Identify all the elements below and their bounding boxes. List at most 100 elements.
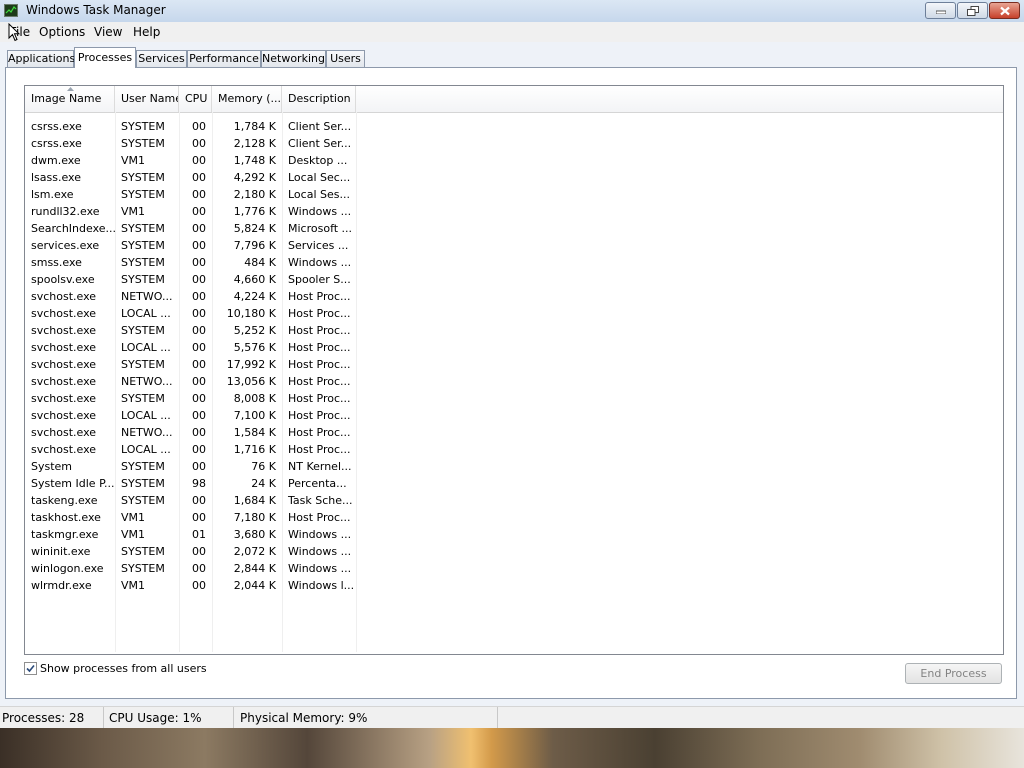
column-header-memory[interactable]: Memory (... — [212, 86, 282, 112]
process-row[interactable]: svchost.exe SYSTEM 00 17,992 K Host Proc... — [25, 356, 365, 373]
menu-bar: File Options View Help — [0, 22, 1024, 42]
description-cell: Windows ... — [288, 528, 352, 541]
memory-cell: 7,100 K — [233, 409, 276, 422]
title-bar[interactable]: Windows Task Manager — [0, 0, 1024, 23]
column-header-user-name[interactable]: User Name — [115, 86, 179, 112]
image-name-cell: taskeng.exe — [31, 494, 98, 507]
show-all-users-checkbox[interactable] — [24, 662, 37, 675]
cpu-cell: 00 — [192, 171, 206, 184]
description-cell: Host Proc... — [288, 324, 351, 337]
tab-services[interactable]: Services — [136, 50, 187, 67]
process-row[interactable]: svchost.exe LOCAL ... 00 7,100 K Host Proc..… — [25, 407, 365, 424]
process-row[interactable]: SearchIndexe... SYSTEM 00 5,824 K Microsoft … — [25, 220, 365, 237]
image-name-cell: svchost.exe — [31, 358, 97, 371]
cpu-cell: 98 — [192, 477, 206, 490]
process-row[interactable]: services.exe SYSTEM 00 7,796 K Services ... — [25, 237, 365, 254]
process-list[interactable]: Image Name User Name CPU Memory (... Des… — [24, 85, 1004, 655]
process-row[interactable]: spoolsv.exe SYSTEM 00 4,660 K Spooler S... — [25, 271, 365, 288]
tab-users[interactable]: Users — [326, 50, 365, 67]
cpu-cell: 00 — [192, 324, 206, 337]
user-name-cell: SYSTEM — [121, 256, 165, 269]
cpu-cell: 00 — [192, 341, 206, 354]
description-cell: Host Proc... — [288, 392, 351, 405]
description-cell: Client Ser... — [288, 137, 352, 150]
image-name-cell: svchost.exe — [31, 307, 97, 320]
process-row[interactable]: wininit.exe SYSTEM 00 2,072 K Windows ... — [25, 543, 365, 560]
close-button[interactable] — [989, 2, 1020, 19]
description-cell: Local Ses... — [288, 188, 350, 201]
process-row[interactable]: lsass.exe SYSTEM 00 4,292 K Local Sec... — [25, 169, 365, 186]
memory-cell: 1,716 K — [233, 443, 276, 456]
process-row[interactable]: svchost.exe LOCAL ... 00 10,180 K Host Proc.… — [25, 305, 365, 322]
menu-options[interactable]: Options — [35, 24, 89, 40]
image-name-cell: dwm.exe — [31, 154, 81, 167]
memory-cell: 4,292 K — [233, 171, 276, 184]
status-cpu-usage: CPU Usage: 1% — [104, 707, 234, 728]
process-row[interactable]: csrss.exe SYSTEM 00 2,128 K Client Ser... — [25, 135, 365, 152]
end-process-button[interactable]: End Process — [905, 663, 1002, 684]
description-cell: Host Proc... — [288, 443, 351, 456]
column-header-description[interactable]: Description — [282, 86, 356, 112]
process-row[interactable]: System Idle P... SYSTEM 98 24 K Percenta... — [25, 475, 365, 492]
process-row[interactable]: taskeng.exe SYSTEM 00 1,684 K Task Sche... — [25, 492, 365, 509]
image-name-cell: winlogon.exe — [31, 562, 104, 575]
process-row[interactable]: svchost.exe LOCAL ... 00 5,576 K Host Proc..… — [25, 339, 365, 356]
image-name-cell: svchost.exe — [31, 290, 97, 303]
cpu-cell: 01 — [192, 528, 206, 541]
process-row[interactable]: rundll32.exe VM1 00 1,776 K Windows ... — [25, 203, 365, 220]
image-name-cell: wininit.exe — [31, 545, 91, 558]
column-header-image-name[interactable]: Image Name — [25, 86, 115, 112]
tab-networking[interactable]: Networking — [261, 50, 326, 67]
cpu-cell: 00 — [192, 409, 206, 422]
memory-cell: 5,576 K — [233, 341, 276, 354]
tab-performance[interactable]: Performance — [187, 50, 261, 67]
image-name-cell: SearchIndexe... — [31, 222, 115, 235]
user-name-cell: VM1 — [121, 205, 146, 218]
menu-view[interactable]: View — [90, 24, 126, 40]
process-row[interactable]: dwm.exe VM1 00 1,748 K Desktop ... — [25, 152, 365, 169]
process-row[interactable]: smss.exe SYSTEM 00 484 K Windows ... — [25, 254, 365, 271]
process-row[interactable]: taskhost.exe VM1 00 7,180 K Host Proc... — [25, 509, 365, 526]
image-name-cell: lsm.exe — [31, 188, 74, 201]
description-cell: Local Sec... — [288, 171, 351, 184]
description-cell: Host Proc... — [288, 341, 351, 354]
show-all-users-label[interactable]: Show processes from all users — [40, 662, 207, 675]
tab-bar: Applications Processes Services Performa… — [0, 44, 1024, 68]
tab-processes[interactable]: Processes — [74, 47, 136, 68]
user-name-cell: LOCAL ... — [121, 341, 171, 354]
cpu-cell: 00 — [192, 460, 206, 473]
image-name-cell: svchost.exe — [31, 375, 97, 388]
image-name-cell: svchost.exe — [31, 341, 97, 354]
process-row[interactable]: winlogon.exe SYSTEM 00 2,844 K Windows ... — [25, 560, 365, 577]
process-row[interactable]: svchost.exe LOCAL ... 00 1,716 K Host Proc..… — [25, 441, 365, 458]
process-row[interactable]: lsm.exe SYSTEM 00 2,180 K Local Ses... — [25, 186, 365, 203]
process-row[interactable]: svchost.exe NETWO... 00 4,224 K Host Proc... — [25, 288, 365, 305]
user-name-cell: VM1 — [121, 579, 146, 592]
process-row[interactable]: wlrmdr.exe VM1 00 2,044 K Windows l... — [25, 577, 365, 594]
memory-cell: 13,056 K — [226, 375, 276, 388]
column-header-cpu[interactable]: CPU — [179, 86, 212, 112]
image-name-cell: csrss.exe — [31, 120, 82, 133]
process-row[interactable]: csrss.exe SYSTEM 00 1,784 K Client Ser... — [25, 118, 365, 135]
process-row[interactable]: System SYSTEM 00 76 K NT Kernel... — [25, 458, 365, 475]
memory-cell: 2,072 K — [233, 545, 276, 558]
tab-applications[interactable]: Applications — [7, 50, 75, 67]
user-name-cell: VM1 — [121, 528, 146, 541]
process-row[interactable]: svchost.exe NETWO... 00 13,056 K Host Proc..… — [25, 373, 365, 390]
image-name-cell: smss.exe — [31, 256, 82, 269]
process-row[interactable]: taskmgr.exe VM1 01 3,680 K Windows ... — [25, 526, 365, 543]
description-cell: Task Sche... — [288, 494, 353, 507]
cpu-cell: 00 — [192, 494, 206, 507]
image-name-cell: spoolsv.exe — [31, 273, 95, 286]
image-name-cell: taskmgr.exe — [31, 528, 99, 541]
process-row[interactable]: svchost.exe SYSTEM 00 5,252 K Host Proc... — [25, 322, 365, 339]
process-row[interactable]: svchost.exe SYSTEM 00 8,008 K Host Proc... — [25, 390, 365, 407]
minimize-button[interactable] — [925, 2, 956, 19]
cpu-cell: 00 — [192, 579, 206, 592]
task-manager-window: Windows Task Manager File Options View H… — [0, 0, 1024, 728]
process-row[interactable]: svchost.exe NETWO... 00 1,584 K Host Proc... — [25, 424, 365, 441]
menu-help[interactable]: Help — [129, 24, 164, 40]
user-name-cell: SYSTEM — [121, 239, 165, 252]
memory-cell: 10,180 K — [226, 307, 276, 320]
restore-button[interactable] — [957, 2, 988, 19]
